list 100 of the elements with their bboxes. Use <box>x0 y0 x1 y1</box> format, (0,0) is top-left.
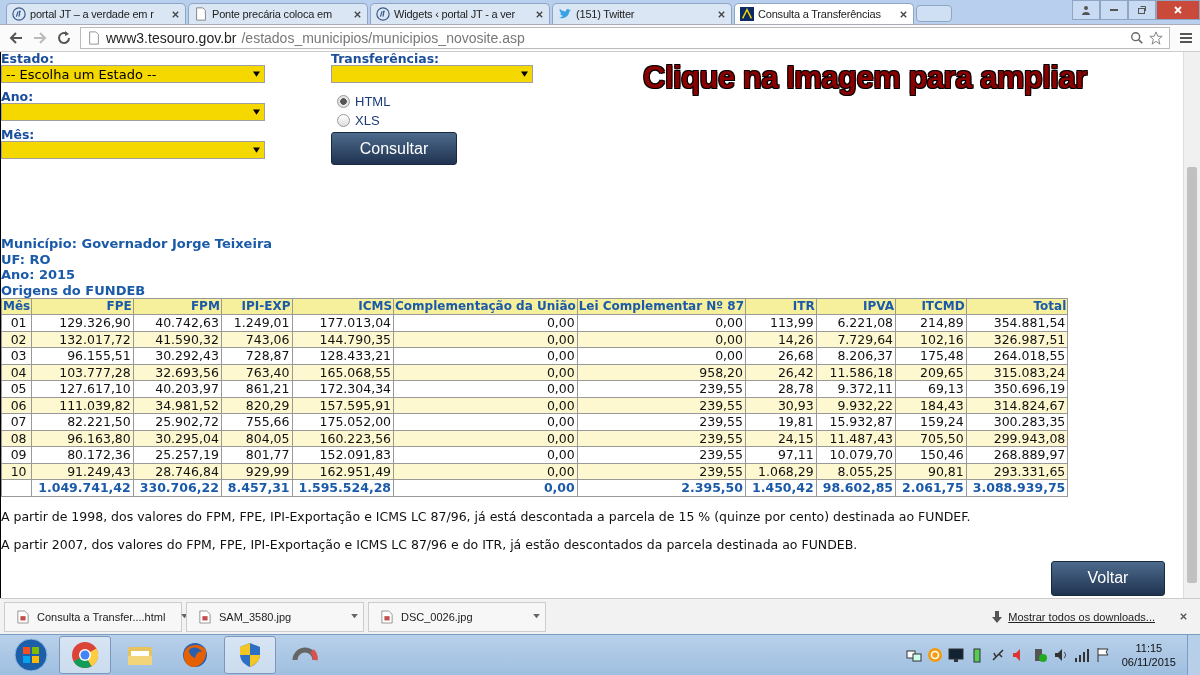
column-header: Complementação da União <box>393 298 578 315</box>
close-icon[interactable] <box>353 9 362 19</box>
table-cell: 801,77 <box>221 446 293 463</box>
note-text: A partir 2007, dos valores do FPM, FPE, IPI-Exportação e ICMS LC 87/96 e do ITR, já estão descontados da parcela destinada ao FUNDEB. <box>1 536 859 552</box>
table-cell: 0,00 <box>393 314 578 331</box>
table-cell: 28,78 <box>745 380 817 397</box>
column-header: IPVA <box>816 298 896 315</box>
table-cell: 40.742,63 <box>133 314 222 331</box>
file-icon <box>17 609 29 624</box>
close-icon[interactable] <box>171 9 180 19</box>
column-header: Mês <box>1 298 32 315</box>
close-icon[interactable] <box>535 9 544 19</box>
table-cell: 152.091,83 <box>292 446 394 463</box>
zoom-icon[interactable] <box>1130 31 1144 45</box>
table-cell: 07 <box>1 413 32 430</box>
total-cell: 1.450,42 <box>745 479 817 496</box>
browser-tab[interactable]: portal JT – a verdade em r <box>6 3 186 24</box>
browser-tab[interactable]: (151) Twitter <box>552 3 732 24</box>
taskbar-app[interactable] <box>59 636 111 674</box>
info-text: UF: RO <box>1 251 52 267</box>
table-cell: 09 <box>1 446 32 463</box>
field-label: Estado: <box>1 52 55 65</box>
table-cell: 755,66 <box>221 413 293 430</box>
column-header: ITCMD <box>895 298 967 315</box>
browser-icon <box>70 640 100 670</box>
column-header: IPI-EXP <box>221 298 293 315</box>
scrollbar[interactable] <box>1183 52 1200 598</box>
close-icon[interactable] <box>1179 612 1188 621</box>
close-icon[interactable] <box>899 9 908 19</box>
radio-button[interactable] <box>337 114 350 127</box>
user-icon[interactable] <box>1072 0 1100 20</box>
table-cell: 177.013,04 <box>292 314 394 331</box>
table-cell: 25.257,19 <box>133 446 222 463</box>
caret-icon <box>253 147 260 153</box>
close-icon[interactable] <box>717 9 726 19</box>
table-cell: 0,00 <box>577 314 746 331</box>
table-cell: 128.433,21 <box>292 347 394 364</box>
clock-time: 11:15 <box>1135 641 1163 655</box>
table-cell: 8.206,37 <box>816 347 896 364</box>
submit-button[interactable]: Consultar <box>331 132 457 165</box>
banner-text: Clique na Imagem para ampliar <box>643 60 1087 97</box>
table-cell: 10.079,70 <box>816 446 896 463</box>
caret-icon <box>253 71 260 77</box>
show-all-link[interactable]: Mostrar todos os downloads... <box>1008 610 1155 623</box>
minimize-button[interactable] <box>1100 0 1128 20</box>
field-label: Mês: <box>1 128 36 141</box>
reload-icon[interactable] <box>56 30 72 46</box>
back-button[interactable]: Voltar <box>1051 560 1165 596</box>
total-cell: 2.395,50 <box>577 479 746 496</box>
bird-icon <box>558 7 572 21</box>
column-header: Lei Complementar Nº 87 <box>577 298 746 315</box>
menu-icon[interactable] <box>1178 30 1194 46</box>
table-cell: 728,87 <box>221 347 293 364</box>
caret-icon <box>521 71 528 77</box>
table-cell: 82.221,50 <box>31 413 134 430</box>
close-button[interactable] <box>1156 0 1200 20</box>
table-cell: 1.249,01 <box>221 314 293 331</box>
table-cell: 354.881,54 <box>966 314 1068 331</box>
caret-icon[interactable] <box>351 614 358 619</box>
browser-tab[interactable]: Consulta a Transferências <box>734 3 914 24</box>
state-select[interactable]: -- Escolha um Estado -- <box>1 65 265 83</box>
field-label: Ano: <box>1 90 35 103</box>
column-header: FPE <box>31 298 134 315</box>
table-cell: 861,21 <box>221 380 293 397</box>
table-cell: 239,55 <box>577 413 746 430</box>
table-cell: 0,00 <box>393 380 578 397</box>
browser-tab[interactable]: Ponte precária coloca em <box>188 3 368 24</box>
table-cell: 01 <box>1 314 32 331</box>
table-cell: 150,46 <box>895 446 967 463</box>
table-cell: 159,24 <box>895 413 967 430</box>
download-item[interactable]: SAM_3580.jpg <box>186 601 364 632</box>
table-cell: 6.221,08 <box>816 314 896 331</box>
clock[interactable]: 11:15 06/11/2015 <box>1121 641 1176 669</box>
flag-icon[interactable] <box>1094 647 1111 663</box>
ring-icon <box>292 647 318 663</box>
logo-icon <box>12 7 26 21</box>
radio-button[interactable] <box>337 95 350 108</box>
logo-icon <box>376 7 390 21</box>
clock-date: 06/11/2015 <box>1121 655 1176 669</box>
star-icon[interactable] <box>1149 31 1163 45</box>
note-text: A partir de 1998, dos valores do FPM, FPE, IPI-Exportação e ICMS LC 87/96, já está descontada a parcela de 15 % (quinze por cento) destinada ao FUNDEF. <box>1 508 972 524</box>
signal-icon[interactable] <box>1073 647 1090 663</box>
info-text: Município: Governador Jorge Teixeira <box>1 236 274 252</box>
restore-button[interactable] <box>1128 0 1156 20</box>
column-header: Total <box>966 298 1068 315</box>
address-field[interactable]: www3.tesouro.gov.br /estados_municipios/municipios_novosite.asp <box>80 27 1170 49</box>
taskbar-app[interactable] <box>224 636 276 674</box>
network-icon[interactable] <box>905 647 922 663</box>
monitor-icon[interactable] <box>947 647 964 663</box>
back-icon[interactable] <box>8 30 24 46</box>
table-cell: 239,55 <box>577 380 746 397</box>
volume-icon[interactable] <box>1052 647 1069 663</box>
download-item[interactable]: DSC_0026.jpg <box>368 601 546 632</box>
column-header: ITR <box>745 298 817 315</box>
caret-icon[interactable] <box>533 614 540 619</box>
table-cell: 129.326,90 <box>31 314 134 331</box>
column-header: ICMS <box>292 298 394 315</box>
table-cell: 214,89 <box>895 314 967 331</box>
radio-label: XLS <box>355 113 380 128</box>
browser-tab[interactable]: Widgets ‹ portal JT - a ver <box>370 3 550 24</box>
